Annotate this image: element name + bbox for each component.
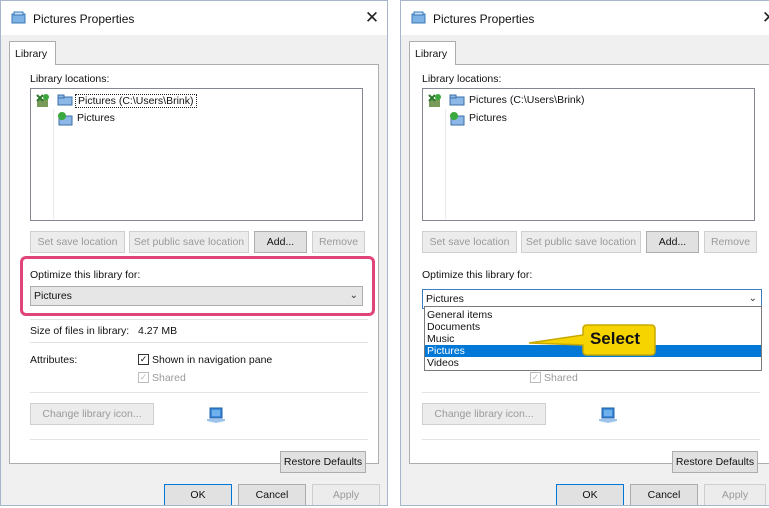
shown-in-nav-checkbox[interactable]: ✓	[138, 354, 149, 365]
separator	[30, 392, 368, 393]
close-button[interactable]: ✕	[359, 6, 385, 30]
library-type-icon	[599, 407, 617, 423]
location-label: Pictures	[77, 112, 115, 124]
tree-line	[445, 109, 446, 219]
set-public-save-location-button[interactable]: Set public save location	[129, 231, 249, 253]
shared-label: Shared	[152, 372, 186, 384]
remove-button[interactable]: Remove	[312, 231, 365, 253]
separator	[30, 439, 368, 440]
library-icon	[411, 11, 426, 24]
apply-button[interactable]: Apply	[312, 484, 380, 505]
separator	[30, 319, 368, 320]
size-label: Size of files in library:	[30, 325, 130, 337]
default-save-location-icon	[428, 94, 441, 107]
callout-label: Select	[589, 329, 641, 348]
library-icon	[11, 11, 26, 24]
pictures-folder-icon	[449, 94, 465, 106]
chevron-down-icon: ⌄	[748, 293, 757, 304]
shown-in-nav-label: Shown in navigation pane	[152, 354, 273, 366]
title-bar: Pictures Properties ✕	[1, 1, 387, 35]
location-label: Pictures (C:\Users\Brink)	[75, 94, 197, 108]
change-library-icon-button[interactable]: Change library icon...	[30, 403, 154, 425]
default-save-location-icon	[36, 94, 49, 107]
location-label: Pictures (C:\Users\Brink)	[469, 94, 585, 106]
optimize-label: Optimize this library for:	[422, 269, 533, 281]
apply-button[interactable]: Apply	[704, 484, 766, 505]
separator	[30, 342, 368, 343]
remove-button[interactable]: Remove	[704, 231, 757, 253]
public-save-location-icon	[58, 112, 73, 126]
optimize-value: Pictures	[426, 293, 464, 305]
pictures-folder-icon	[57, 94, 73, 106]
title-bar: Pictures Properties ✕	[401, 1, 769, 35]
change-library-icon-button[interactable]: Change library icon...	[422, 403, 546, 425]
dropdown-option-general-items[interactable]: General items	[425, 309, 761, 321]
size-value: 4.27 MB	[138, 325, 178, 337]
ok-button[interactable]: OK	[164, 484, 232, 505]
cancel-button[interactable]: Cancel	[238, 484, 306, 505]
dialog-title: Pictures Properties	[433, 12, 535, 26]
tab-library[interactable]: Library	[9, 41, 56, 65]
add-button[interactable]: Add...	[646, 231, 699, 253]
separator	[422, 392, 760, 393]
ok-button[interactable]: OK	[556, 484, 624, 505]
dialog-title: Pictures Properties	[33, 12, 135, 26]
tab-library[interactable]: Library	[409, 41, 456, 65]
library-locations-list[interactable]: Pictures (C:\Users\Brink) Pictures	[30, 88, 363, 221]
select-callout: Select	[527, 323, 657, 359]
pictures-properties-dialog-left: Pictures Properties ✕ Library Library lo…	[0, 0, 388, 506]
set-public-save-location-button[interactable]: Set public save location	[521, 231, 641, 253]
restore-defaults-button[interactable]: Restore Defaults	[280, 451, 366, 473]
shared-label: Shared	[544, 372, 578, 384]
attributes-label: Attributes:	[30, 354, 78, 366]
library-type-icon	[207, 407, 225, 423]
cancel-button[interactable]: Cancel	[630, 484, 698, 505]
shared-checkbox[interactable]: ✓	[530, 372, 541, 383]
library-locations-label: Library locations:	[30, 73, 110, 85]
tree-line	[53, 109, 54, 219]
library-locations-list[interactable]: Pictures (C:\Users\Brink) Pictures	[422, 88, 755, 221]
library-locations-label: Library locations:	[422, 73, 502, 85]
pictures-properties-dialog-right: Pictures Properties ✕ Library Library lo…	[400, 0, 769, 506]
set-save-location-button[interactable]: Set save location	[30, 231, 125, 253]
separator	[422, 439, 760, 440]
location-label: Pictures	[469, 112, 507, 124]
shared-checkbox[interactable]: ✓	[138, 372, 149, 383]
highlight-box	[20, 256, 375, 316]
library-tab-panel: Library locations: Pictures (C:\Users\Br…	[409, 64, 769, 473]
add-button[interactable]: Add...	[254, 231, 307, 253]
close-button[interactable]: ✕	[756, 6, 769, 30]
set-save-location-button[interactable]: Set save location	[422, 231, 517, 253]
restore-defaults-button[interactable]: Restore Defaults	[672, 451, 758, 473]
public-save-location-icon	[450, 112, 465, 126]
